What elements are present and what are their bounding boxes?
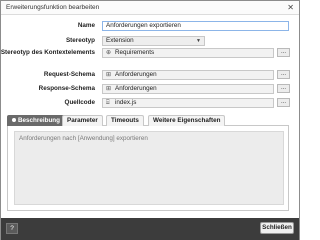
tab-weitere-eigenschaften[interactable]: Weitere Eigenschaften xyxy=(148,115,226,126)
tab-label: Weitere Eigenschaften xyxy=(153,117,221,124)
response-browse-button[interactable]: ... xyxy=(277,84,290,93)
source-code-value: index.js xyxy=(115,99,137,106)
tab-label: Parameter xyxy=(67,117,98,124)
name-label: Name xyxy=(77,22,95,29)
window-title: Erweiterungsfunktion bearbeiten xyxy=(6,4,100,11)
tab-bar: Beschreibung Parameter Timeouts Weitere … xyxy=(7,115,289,126)
source-code-label: Quellcode xyxy=(64,99,95,106)
response-schema-field[interactable]: ⊞ Anforderungen xyxy=(102,84,274,94)
description-textarea[interactable]: Anforderungen nach [Anwendung] exportier… xyxy=(14,131,284,205)
context-stereotype-value: Requirements xyxy=(115,49,155,56)
tab-timeouts[interactable]: Timeouts xyxy=(106,115,144,126)
dialog-window: Erweiterungsfunktion bearbeiten ✕ Name A… xyxy=(0,0,300,240)
context-browse-button[interactable]: ... xyxy=(277,48,290,57)
response-schema-label: Response-Schema xyxy=(38,85,95,92)
request-browse-button[interactable]: ... xyxy=(277,70,290,79)
tab-label: Timeouts xyxy=(111,117,139,124)
code-icon: ⌸ xyxy=(106,100,110,106)
title-bar: Erweiterungsfunktion bearbeiten ✕ xyxy=(1,1,299,15)
stereotype-label: Stereotyp xyxy=(65,37,95,44)
source-code-field[interactable]: ⌸ index.js xyxy=(102,98,274,108)
name-field[interactable]: Anforderungen exportieren xyxy=(102,21,289,31)
source-browse-button[interactable]: ... xyxy=(277,98,290,107)
tab-beschreibung[interactable]: Beschreibung xyxy=(7,115,65,126)
schema-icon: ⊞ xyxy=(106,86,112,92)
context-stereotype-field[interactable]: ⊕ Requirements xyxy=(102,48,274,58)
help-button[interactable]: ? xyxy=(6,223,18,234)
chevron-down-icon: ▼ xyxy=(196,38,201,44)
response-schema-value: Anforderungen xyxy=(115,85,157,92)
stereotype-select[interactable]: Extension ▼ xyxy=(102,36,205,46)
active-dot-icon xyxy=(12,118,16,123)
close-icon[interactable]: ✕ xyxy=(287,3,294,13)
tab-panel: Anforderungen nach [Anwendung] exportier… xyxy=(7,126,289,211)
footer-bar: ? Schließen xyxy=(1,218,299,240)
tab-parameter[interactable]: Parameter xyxy=(62,115,103,126)
request-schema-label: Request-Schema xyxy=(43,71,95,78)
request-schema-field[interactable]: ⊞ Anforderungen xyxy=(102,70,274,80)
request-schema-value: Anforderungen xyxy=(115,71,157,78)
context-stereotype-label: Stereotyp des Kontextelements xyxy=(0,49,95,56)
stereotype-value: Extension xyxy=(106,37,134,44)
element-icon: ⊕ xyxy=(106,50,112,56)
tab-label: Beschreibung xyxy=(18,117,60,124)
close-button[interactable]: Schließen xyxy=(260,222,294,234)
schema-icon: ⊞ xyxy=(106,72,112,78)
